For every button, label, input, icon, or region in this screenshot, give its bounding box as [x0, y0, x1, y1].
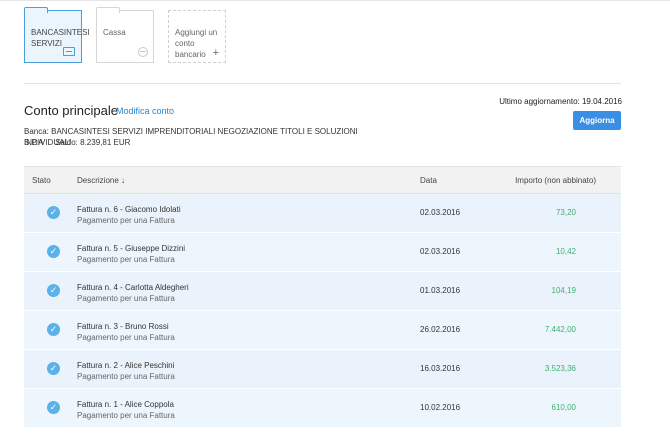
- status-cell: ✓: [47, 245, 60, 258]
- folder-tab: [96, 7, 120, 13]
- invoice-title: Fattura n. 3 - Bruno Rossi: [77, 322, 169, 331]
- table-row[interactable]: ✓ Fattura n. 1 - Alice Coppola Pagamento…: [24, 389, 621, 428]
- check-circle-icon: ✓: [47, 206, 60, 219]
- date-cell: 02.03.2016: [420, 247, 461, 256]
- edit-account-link[interactable]: Modifica conto: [116, 106, 174, 116]
- account-title: Conto principale: [24, 103, 118, 118]
- invoice-title: Fattura n. 2 - Alice Peschini: [77, 361, 175, 370]
- descrizione-label: Descrizione: [77, 176, 119, 185]
- description-cell: Fattura n. 3 - Bruno Rossi Pagamento per…: [77, 321, 175, 343]
- status-cell: ✓: [47, 323, 60, 336]
- payment-subtitle: Pagamento per una Fattura: [77, 294, 175, 303]
- amount-cell: 3.523,36: [544, 364, 576, 373]
- description-cell: Fattura n. 1 - Alice Coppola Pagamento p…: [77, 399, 175, 421]
- table-row[interactable]: ✓ Fattura n. 3 - Bruno Rossi Pagamento p…: [24, 311, 621, 350]
- check-circle-icon: ✓: [47, 284, 60, 297]
- table-row[interactable]: ✓ Fattura n. 4 - Carlotta Aldegheri Paga…: [24, 272, 621, 311]
- check-circle-icon: ✓: [47, 245, 60, 258]
- coins-icon: [138, 47, 148, 57]
- status-cell: ✓: [47, 401, 60, 414]
- update-button[interactable]: Aggiorna: [573, 111, 621, 130]
- invoice-title: Fattura n. 1 - Alice Coppola: [77, 400, 174, 409]
- column-header-importo[interactable]: Importo (non abbinato): [515, 176, 596, 185]
- transactions-table: Stato Descrizione ↓ Data Importo (non ab…: [24, 166, 621, 428]
- invoice-title: Fattura n. 6 - Giacomo Idolati: [77, 205, 181, 214]
- description-cell: Fattura n. 2 - Alice Peschini Pagamento …: [77, 360, 175, 382]
- status-cell: ✓: [47, 362, 60, 375]
- status-cell: ✓: [47, 206, 60, 219]
- check-circle-icon: ✓: [47, 323, 60, 336]
- balance-text: Saldo: 8.239,81 EUR: [55, 138, 131, 147]
- column-header-stato[interactable]: Stato: [32, 176, 51, 185]
- top-border: [0, 0, 670, 1]
- bank-info-line: S.P.A Saldo: 8.239,81 EUR: [24, 137, 130, 148]
- account-folder-label: BANCASINTESI SERVIZI: [31, 28, 90, 48]
- last-update-text: Ultimo aggiornamento: 19.04.2016: [499, 97, 622, 106]
- table-body: ✓ Fattura n. 6 - Giacomo Idolati Pagamen…: [24, 194, 621, 428]
- description-cell: Fattura n. 5 - Giuseppe Dizzini Pagament…: [77, 243, 185, 265]
- date-cell: 10.02.2016: [420, 403, 461, 412]
- sort-arrow-icon: ↓: [121, 176, 126, 185]
- plus-icon: +: [212, 47, 219, 59]
- invoice-title: Fattura n. 5 - Giuseppe Dizzini: [77, 244, 186, 253]
- payment-subtitle: Pagamento per una Fattura: [77, 216, 175, 225]
- amount-cell: 7.442,00: [544, 325, 576, 334]
- invoice-title: Fattura n. 4 - Carlotta Aldegheri: [77, 283, 189, 292]
- amount-cell: 73,20: [555, 208, 576, 217]
- credit-card-icon: [63, 47, 75, 56]
- table-row[interactable]: ✓ Fattura n. 2 - Alice Peschini Pagament…: [24, 350, 621, 389]
- amount-cell: 104,19: [551, 286, 576, 295]
- table-row[interactable]: ✓ Fattura n. 5 - Giuseppe Dizzini Pagame…: [24, 233, 621, 272]
- date-cell: 01.03.2016: [420, 286, 461, 295]
- account-folder-bancasintesi[interactable]: BANCASINTESI SERVIZI: [24, 7, 90, 63]
- payment-subtitle: Pagamento per una Fattura: [77, 372, 175, 381]
- folder-tab: [24, 7, 48, 13]
- divider: [24, 83, 621, 84]
- description-cell: Fattura n. 6 - Giacomo Idolati Pagamento…: [77, 204, 181, 226]
- check-circle-icon: ✓: [47, 401, 60, 414]
- column-header-data[interactable]: Data: [420, 176, 437, 185]
- column-header-descrizione[interactable]: Descrizione ↓: [77, 176, 125, 185]
- payment-subtitle: Pagamento per una Fattura: [77, 255, 175, 264]
- check-circle-icon: ✓: [47, 362, 60, 375]
- amount-cell: 10,42: [555, 247, 576, 256]
- date-cell: 26.02.2016: [420, 325, 461, 334]
- account-folder-label: Cassa: [103, 28, 126, 37]
- status-cell: ✓: [47, 284, 60, 297]
- payment-subtitle: Pagamento per una Fattura: [77, 333, 175, 342]
- table-row[interactable]: ✓ Fattura n. 6 - Giacomo Idolati Pagamen…: [24, 194, 621, 233]
- add-bank-account-button[interactable]: Aggiungi un conto bancario +: [168, 10, 226, 63]
- description-cell: Fattura n. 4 - Carlotta Aldegheri Pagame…: [77, 282, 189, 304]
- date-cell: 16.03.2016: [420, 364, 461, 373]
- date-cell: 02.03.2016: [420, 208, 461, 217]
- amount-cell: 610,00: [551, 403, 576, 412]
- payment-subtitle: Pagamento per una Fattura: [77, 411, 175, 420]
- table-header: Stato Descrizione ↓ Data Importo (non ab…: [24, 166, 621, 194]
- account-folder-cassa[interactable]: Cassa: [96, 7, 154, 63]
- bank-name-continued: S.P.A: [24, 138, 43, 147]
